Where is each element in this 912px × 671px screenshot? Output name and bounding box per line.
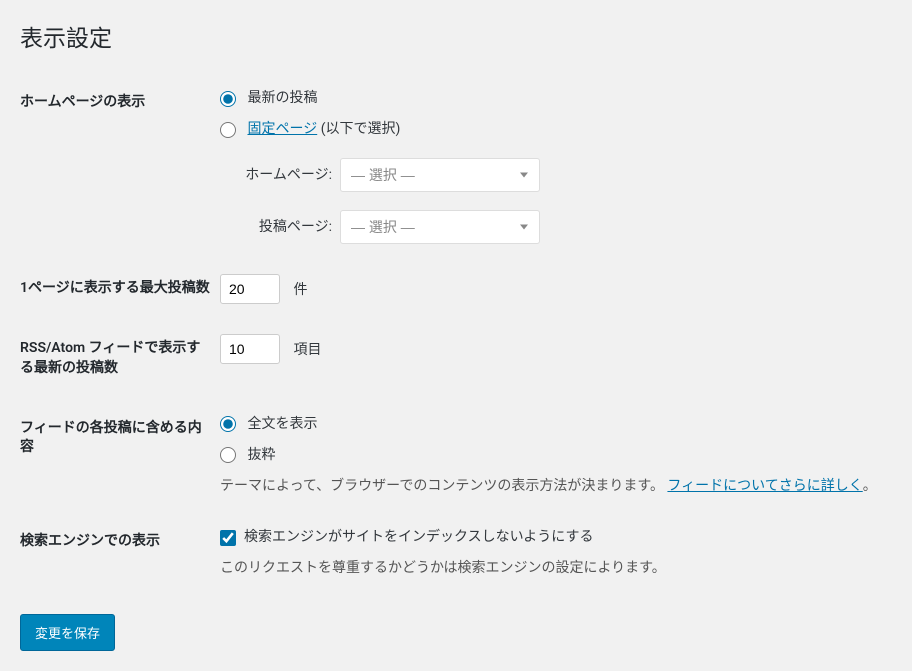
feed-items-unit: 項目 [293, 342, 321, 358]
posts-per-page-input[interactable] [220, 274, 280, 304]
homepage-display-label: ホームページの表示 [20, 73, 220, 259]
radio-excerpt-label: 抜粋 [247, 447, 275, 463]
radio-latest-posts[interactable] [220, 91, 236, 107]
homepage-select[interactable]: — 選択 — [340, 158, 540, 192]
static-page-link[interactable]: 固定ページ [247, 121, 317, 137]
feed-learn-more-link[interactable]: フィードについてさらに詳しく [667, 478, 862, 494]
save-button[interactable]: 変更を保存 [20, 614, 115, 651]
posts-page-select[interactable]: — 選択 — [340, 210, 540, 244]
radio-static-page-label: 固定ページ (以下で選択) [247, 121, 400, 137]
search-engine-checkbox-row[interactable]: 検索エンジンがサイトをインデックスしないようにする [220, 527, 882, 548]
feed-content-excerpt[interactable]: 抜粋 [220, 445, 882, 466]
homepage-select-label: ホームページ: [245, 165, 340, 186]
feed-items-input[interactable] [220, 334, 280, 364]
feed-content-description: テーマによって、ブラウザーでのコンテンツの表示方法が決まります。 フィードについ… [220, 476, 882, 497]
search-engine-checkbox-label: 検索エンジンがサイトをインデックスしないようにする [244, 527, 593, 548]
feed-desc-suffix: 。 [863, 478, 877, 494]
posts-page-select-label: 投稿ページ: [245, 217, 340, 238]
page-title: 表示設定 [20, 10, 892, 73]
feed-content-full[interactable]: 全文を表示 [220, 414, 882, 435]
search-engine-label: 検索エンジンでの表示 [20, 512, 220, 594]
posts-per-page-unit: 件 [293, 282, 307, 298]
radio-excerpt[interactable] [220, 447, 236, 463]
feed-items-label: RSS/Atom フィードで表示する最新の投稿数 [20, 319, 220, 398]
homepage-option-static[interactable]: 固定ページ (以下で選択) [220, 119, 882, 140]
search-engine-description: このリクエストを尊重するかどうかは検索エンジンの設定によります。 [220, 558, 882, 579]
radio-latest-posts-label: 最新の投稿 [247, 90, 317, 106]
radio-full-text[interactable] [220, 416, 236, 432]
radio-static-page[interactable] [220, 122, 236, 138]
homepage-option-latest[interactable]: 最新の投稿 [220, 88, 882, 109]
static-page-suffix: (以下で選択) [317, 121, 400, 137]
posts-per-page-label: 1ページに表示する最大投稿数 [20, 259, 220, 319]
feed-content-label: フィードの各投稿に含める内容 [20, 399, 220, 512]
search-engine-checkbox[interactable] [220, 530, 236, 546]
radio-full-text-label: 全文を表示 [247, 416, 317, 432]
feed-desc-prefix: テーマによって、ブラウザーでのコンテンツの表示方法が決まります。 [220, 478, 667, 494]
